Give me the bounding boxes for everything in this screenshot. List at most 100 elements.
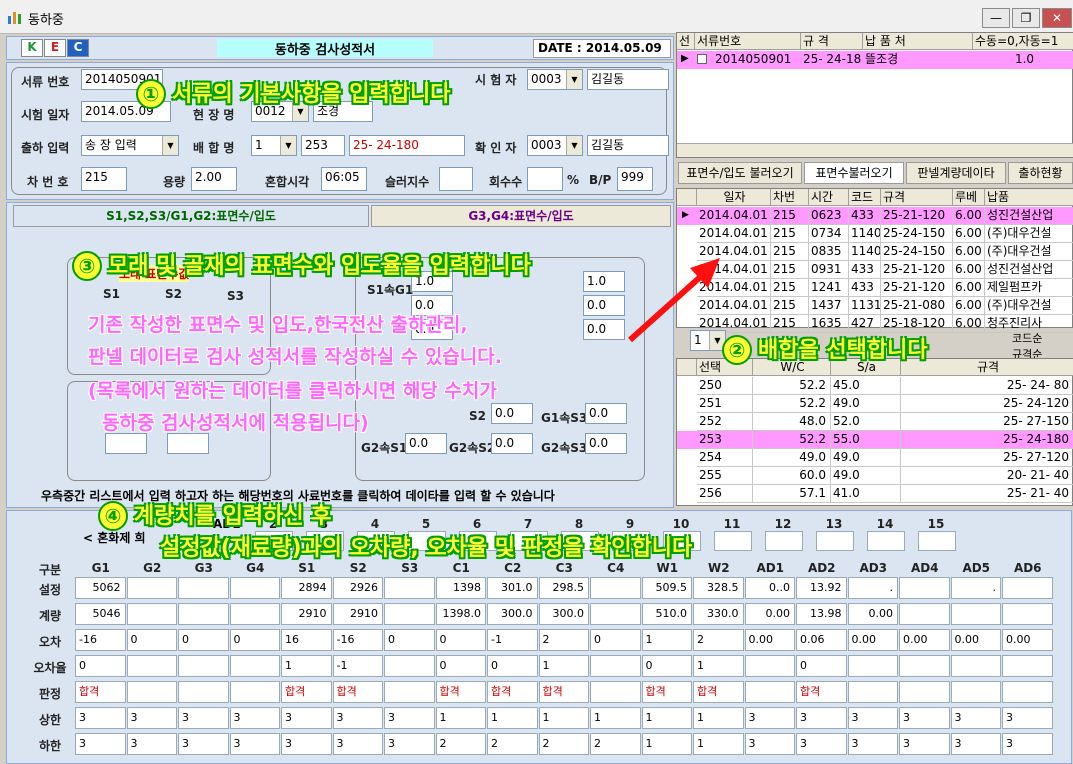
table-row[interactable]: 2014.04.01 215 0931 433 25-21-120 6.00 성진건설산업 <box>677 261 1073 279</box>
measurement-cell[interactable] <box>1002 603 1053 625</box>
measurement-cell[interactable] <box>1002 655 1053 677</box>
measurement-cell[interactable] <box>847 655 898 677</box>
measurement-cell[interactable]: 2 <box>538 629 589 651</box>
measurement-cell[interactable] <box>899 681 950 703</box>
measurement-cell[interactable]: 3 <box>126 733 177 755</box>
column-box[interactable] <box>765 531 803 551</box>
measurement-cell[interactable]: . <box>950 577 1001 599</box>
measurement-cell[interactable]: 3 <box>332 707 383 729</box>
measurement-cell[interactable]: 3 <box>281 707 332 729</box>
measurement-cell[interactable] <box>229 655 280 677</box>
g2s3-input[interactable]: 0.0 <box>585 433 627 454</box>
maximize-button[interactable]: ❐ <box>1012 8 1040 28</box>
measurement-cell[interactable] <box>950 655 1001 677</box>
measurement-cell[interactable]: 합격 <box>641 681 692 703</box>
measurement-cell[interactable]: 0.00 <box>950 629 1001 651</box>
table-row[interactable]: 2014.04.01 215 0835 1140 25-24-150 6.00 (주)대우건… <box>677 243 1073 261</box>
measurement-cell[interactable]: -1 <box>487 629 538 651</box>
measurement-cell[interactable]: -1 <box>332 655 383 677</box>
measurement-cell[interactable]: 0.00 <box>847 629 898 651</box>
measurement-cell[interactable]: 3 <box>744 733 795 755</box>
measurement-cell[interactable] <box>126 655 177 677</box>
v4-input[interactable]: 0.0 <box>583 319 625 340</box>
measurement-cell[interactable] <box>384 603 435 625</box>
measurement-cell[interactable] <box>847 681 898 703</box>
g2s2-input[interactable]: 0.0 <box>491 433 533 454</box>
measurement-cell[interactable]: 0 <box>796 655 847 677</box>
measurement-cell[interactable]: 13.98 <box>796 603 847 625</box>
measurement-cell[interactable] <box>590 603 641 625</box>
measurement-cell[interactable]: 3 <box>332 733 383 755</box>
measurement-cell[interactable] <box>590 681 641 703</box>
measurement-cell[interactable]: 1 <box>641 629 692 651</box>
measurement-cell[interactable] <box>950 603 1001 625</box>
column-box[interactable] <box>714 531 752 551</box>
table-row[interactable]: 255 60.0 49.0 20- 21- 40 <box>677 467 1073 485</box>
measurement-cell[interactable]: 0.00 <box>899 629 950 651</box>
measurement-cell[interactable] <box>384 655 435 677</box>
measurement-cell[interactable]: 2 <box>590 733 641 755</box>
measurement-cell[interactable]: 510.0 <box>641 603 692 625</box>
measurement-cell[interactable]: 합격 <box>538 681 589 703</box>
measurement-cell[interactable]: 5046 <box>75 603 126 625</box>
mix-spec-input[interactable]: 25- 24-180 <box>349 135 465 156</box>
measurement-cell[interactable]: 합격 <box>435 681 486 703</box>
measurement-cell[interactable]: 2 <box>538 733 589 755</box>
table-row[interactable]: 254 49.0 49.0 25- 27-120 <box>677 449 1073 467</box>
measurement-cell[interactable]: 0..0 <box>744 577 795 599</box>
measurement-cell[interactable]: 0.06 <box>796 629 847 651</box>
measurement-cell[interactable]: -16 <box>332 629 383 651</box>
measurement-cell[interactable]: 1 <box>693 707 744 729</box>
mix-no-input[interactable]: 253 <box>301 135 345 156</box>
measurement-cell[interactable]: 0 <box>126 629 177 651</box>
s2a-input[interactable]: 0.0 <box>491 403 533 424</box>
measurement-cell[interactable]: 1398.0 <box>435 603 486 625</box>
measurement-cell[interactable]: 5062 <box>75 577 126 599</box>
measurement-cell[interactable]: 3 <box>75 707 126 729</box>
measurement-cell[interactable]: 13.92 <box>796 577 847 599</box>
measurement-cell[interactable]: 0 <box>435 655 486 677</box>
confirm-code-select[interactable]: 0003 ▼ <box>527 135 583 156</box>
tester-code-select[interactable]: 0003 ▼ <box>527 69 583 90</box>
measurement-cell[interactable] <box>899 655 950 677</box>
measurement-cell[interactable] <box>229 681 280 703</box>
measurement-cell[interactable]: 3 <box>950 707 1001 729</box>
measurement-cell[interactable]: 3 <box>126 707 177 729</box>
table-row[interactable]: 253 52.2 55.0 25- 24-180 <box>677 431 1073 449</box>
measurement-cell[interactable] <box>126 681 177 703</box>
measurement-cell[interactable]: 3 <box>229 733 280 755</box>
measurement-cell[interactable]: 2910 <box>332 603 383 625</box>
measurement-cell[interactable]: 3 <box>281 733 332 755</box>
measurement-cell[interactable]: 0 <box>229 629 280 651</box>
measurement-cell[interactable]: 0.00 <box>744 603 795 625</box>
measurement-cell[interactable] <box>899 577 950 599</box>
row-checkbox[interactable] <box>697 54 707 64</box>
measurement-cell[interactable]: 3 <box>744 707 795 729</box>
measurement-cell[interactable]: 0 <box>641 655 692 677</box>
measurement-cell[interactable]: 합격 <box>281 681 332 703</box>
tab-surface-load[interactable]: 표면수/입도 불러오기 <box>678 162 802 184</box>
measurement-cell[interactable]: 3 <box>1002 707 1053 729</box>
confirm-name-input[interactable]: 김길동 <box>587 135 669 156</box>
measurement-cell[interactable] <box>178 577 229 599</box>
measurement-cell[interactable]: 3 <box>847 707 898 729</box>
measurement-cell[interactable] <box>229 603 280 625</box>
tester-name-input[interactable]: 김길동 <box>587 69 669 90</box>
measurement-cell[interactable]: 1 <box>538 655 589 677</box>
measurement-cell[interactable]: -16 <box>75 629 126 651</box>
tab-surface-water[interactable]: 표면수불러오기 <box>804 162 904 184</box>
measurement-cell[interactable] <box>126 603 177 625</box>
measurement-cell[interactable]: 3 <box>178 707 229 729</box>
g2s-input[interactable]: 1.0 <box>583 271 625 292</box>
sort-code-radio[interactable]: 코드순 <box>1012 330 1042 346</box>
measurement-cell[interactable] <box>384 577 435 599</box>
measurement-cell[interactable]: 2 <box>693 629 744 651</box>
mixtime-input[interactable]: 06:05 <box>321 167 367 191</box>
tab-s-g12[interactable]: S1,S2,S3/G1,G2:표면수/입도 <box>13 205 369 227</box>
measurement-cell[interactable]: 2 <box>487 733 538 755</box>
measurement-cell[interactable]: 합격 <box>796 681 847 703</box>
measurement-cell[interactable]: 1 <box>641 707 692 729</box>
measurement-cell[interactable]: 3 <box>229 707 280 729</box>
measurement-cell[interactable]: 3 <box>1002 733 1053 755</box>
measurement-cell[interactable] <box>126 577 177 599</box>
